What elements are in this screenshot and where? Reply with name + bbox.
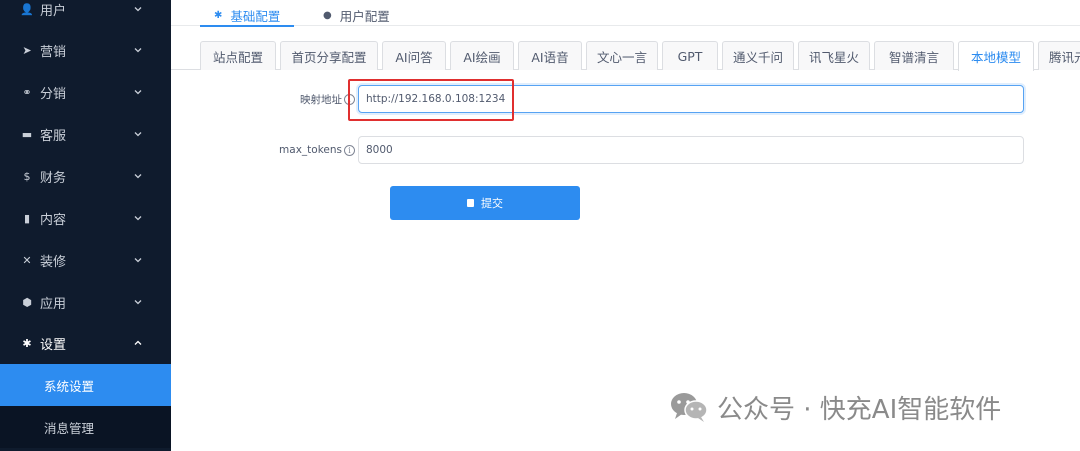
tab-gpt[interactable]: GPT [662,41,718,70]
tab-tencent[interactable]: 腾讯元 [1038,41,1080,70]
sidebar-item-user[interactable]: 👤 用户 [0,0,171,30]
send-icon: ➤ [22,43,32,57]
sidebar: 👤 用户 ➤ 营销 ⚭ 分销 ▬ 客服 $ 财务 ▮ 内容 ✕ 装修 ⬢ 应用 … [0,0,171,451]
sidebar-subitem-label: 系统设置 [44,378,95,394]
tab-ai-qa[interactable]: AI问答 [382,41,446,70]
submit-button[interactable]: 提交 [390,186,580,220]
sidebar-item-apps[interactable]: ⬢ 应用 [0,281,171,323]
sidebar-item-label: 应用 [40,296,67,312]
chevron-down-icon [133,87,143,97]
chevron-down-icon [133,129,143,139]
gear-icon: ✱ [214,9,223,21]
max-tokens-label-text: max_tokens [279,144,342,156]
main-content: ✱ 基础配置 ● 用户配置 站点配置 首页分享配置 AI问答 AI绘画 AI语音… [171,0,1080,451]
highlight-annotation-box [348,79,514,121]
max-tokens-input[interactable]: 8000 [358,136,1024,164]
sidebar-item-label: 营销 [40,44,67,60]
tab-tongyi[interactable]: 通义千问 [722,41,794,70]
tab-basic-config[interactable]: ✱ 基础配置 [200,4,295,27]
sidebar-item-label: 财务 [40,170,67,186]
tab-ai-voice[interactable]: AI语音 [518,41,582,70]
chevron-down-icon [133,45,143,55]
watermark-text: 公众号 · 快充AI智能软件 [717,394,1002,425]
tab-site-config[interactable]: 站点配置 [200,41,276,70]
chat-icon: ▬ [21,127,33,141]
sidebar-item-finance[interactable]: $ 财务 [0,155,171,197]
dollar-icon: $ [23,169,31,183]
tab-label: 基础配置 [230,8,281,24]
sidebar-item-label: 内容 [40,212,67,228]
tab-zhipu[interactable]: 智谱清言 [874,41,954,70]
tools-icon: ✕ [22,253,32,267]
chevron-down-icon [133,255,143,265]
save-icon [467,199,474,207]
chevron-down-icon [133,297,143,307]
mapping-address-label-text: 映射地址 [300,93,342,106]
book-icon: ▮ [23,211,31,225]
sidebar-item-label: 装修 [40,254,67,270]
cube-icon: ⬢ [22,295,32,309]
watermark: 公众号 · 快充AI智能软件 [669,388,1001,426]
submit-label: 提交 [481,197,503,210]
sidebar-item-decoration[interactable]: ✕ 装修 [0,239,171,281]
chevron-down-icon [133,213,143,223]
chevron-down-icon [133,4,143,14]
user-icon: 👤 [20,2,34,16]
sidebar-item-distribution[interactable]: ⚭ 分销 [0,71,171,113]
chevron-down-icon [133,171,143,181]
info-icon: i [344,144,355,156]
sidebar-subitem-system-settings[interactable]: 系统设置 [0,364,171,406]
mapping-address-row: 映射地址 i http://192.168.0.108:1234 [171,85,1080,113]
sidebar-item-label: 设置 [40,337,67,353]
chevron-up-icon [133,338,143,348]
sidebar-subitem-message-management[interactable]: 消息管理 [0,406,171,448]
tab-ai-drawing[interactable]: AI绘画 [450,41,514,70]
max-tokens-label: max_tokens i [279,136,355,164]
tab-wenxin[interactable]: 文心一言 [586,41,658,70]
sidebar-subitem-label: 消息管理 [44,420,95,436]
sidebar-item-label: 用户 [40,3,67,19]
top-tabs: ✱ 基础配置 ● 用户配置 [171,0,1080,27]
tab-xunfei[interactable]: 讯飞星火 [798,41,870,70]
sidebar-item-label: 客服 [40,128,67,144]
config-card-tabs: 站点配置 首页分享配置 AI问答 AI绘画 AI语音 文心一言 GPT 通义千问… [171,40,1080,71]
mapping-address-label: 映射地址 i [300,85,355,113]
tab-local-model[interactable]: 本地模型 [958,41,1034,71]
sidebar-item-marketing[interactable]: ➤ 营销 [0,29,171,71]
wechat-icon [671,393,708,422]
sidebar-item-settings[interactable]: ✱ 设置 [0,322,171,364]
gear-icon: ✱ [22,336,32,350]
share-icon: ⚭ [22,85,32,99]
sidebar-item-content[interactable]: ▮ 内容 [0,197,171,239]
sidebar-item-label: 分销 [40,86,67,102]
sidebar-item-service[interactable]: ▬ 客服 [0,113,171,155]
max-tokens-row: max_tokens i 8000 [171,136,1080,164]
tab-home-share-config[interactable]: 首页分享配置 [280,41,378,70]
user-circle-icon: ● [323,9,332,21]
tab-label: 用户配置 [339,8,390,24]
tab-user-config[interactable]: ● 用户配置 [323,4,390,26]
